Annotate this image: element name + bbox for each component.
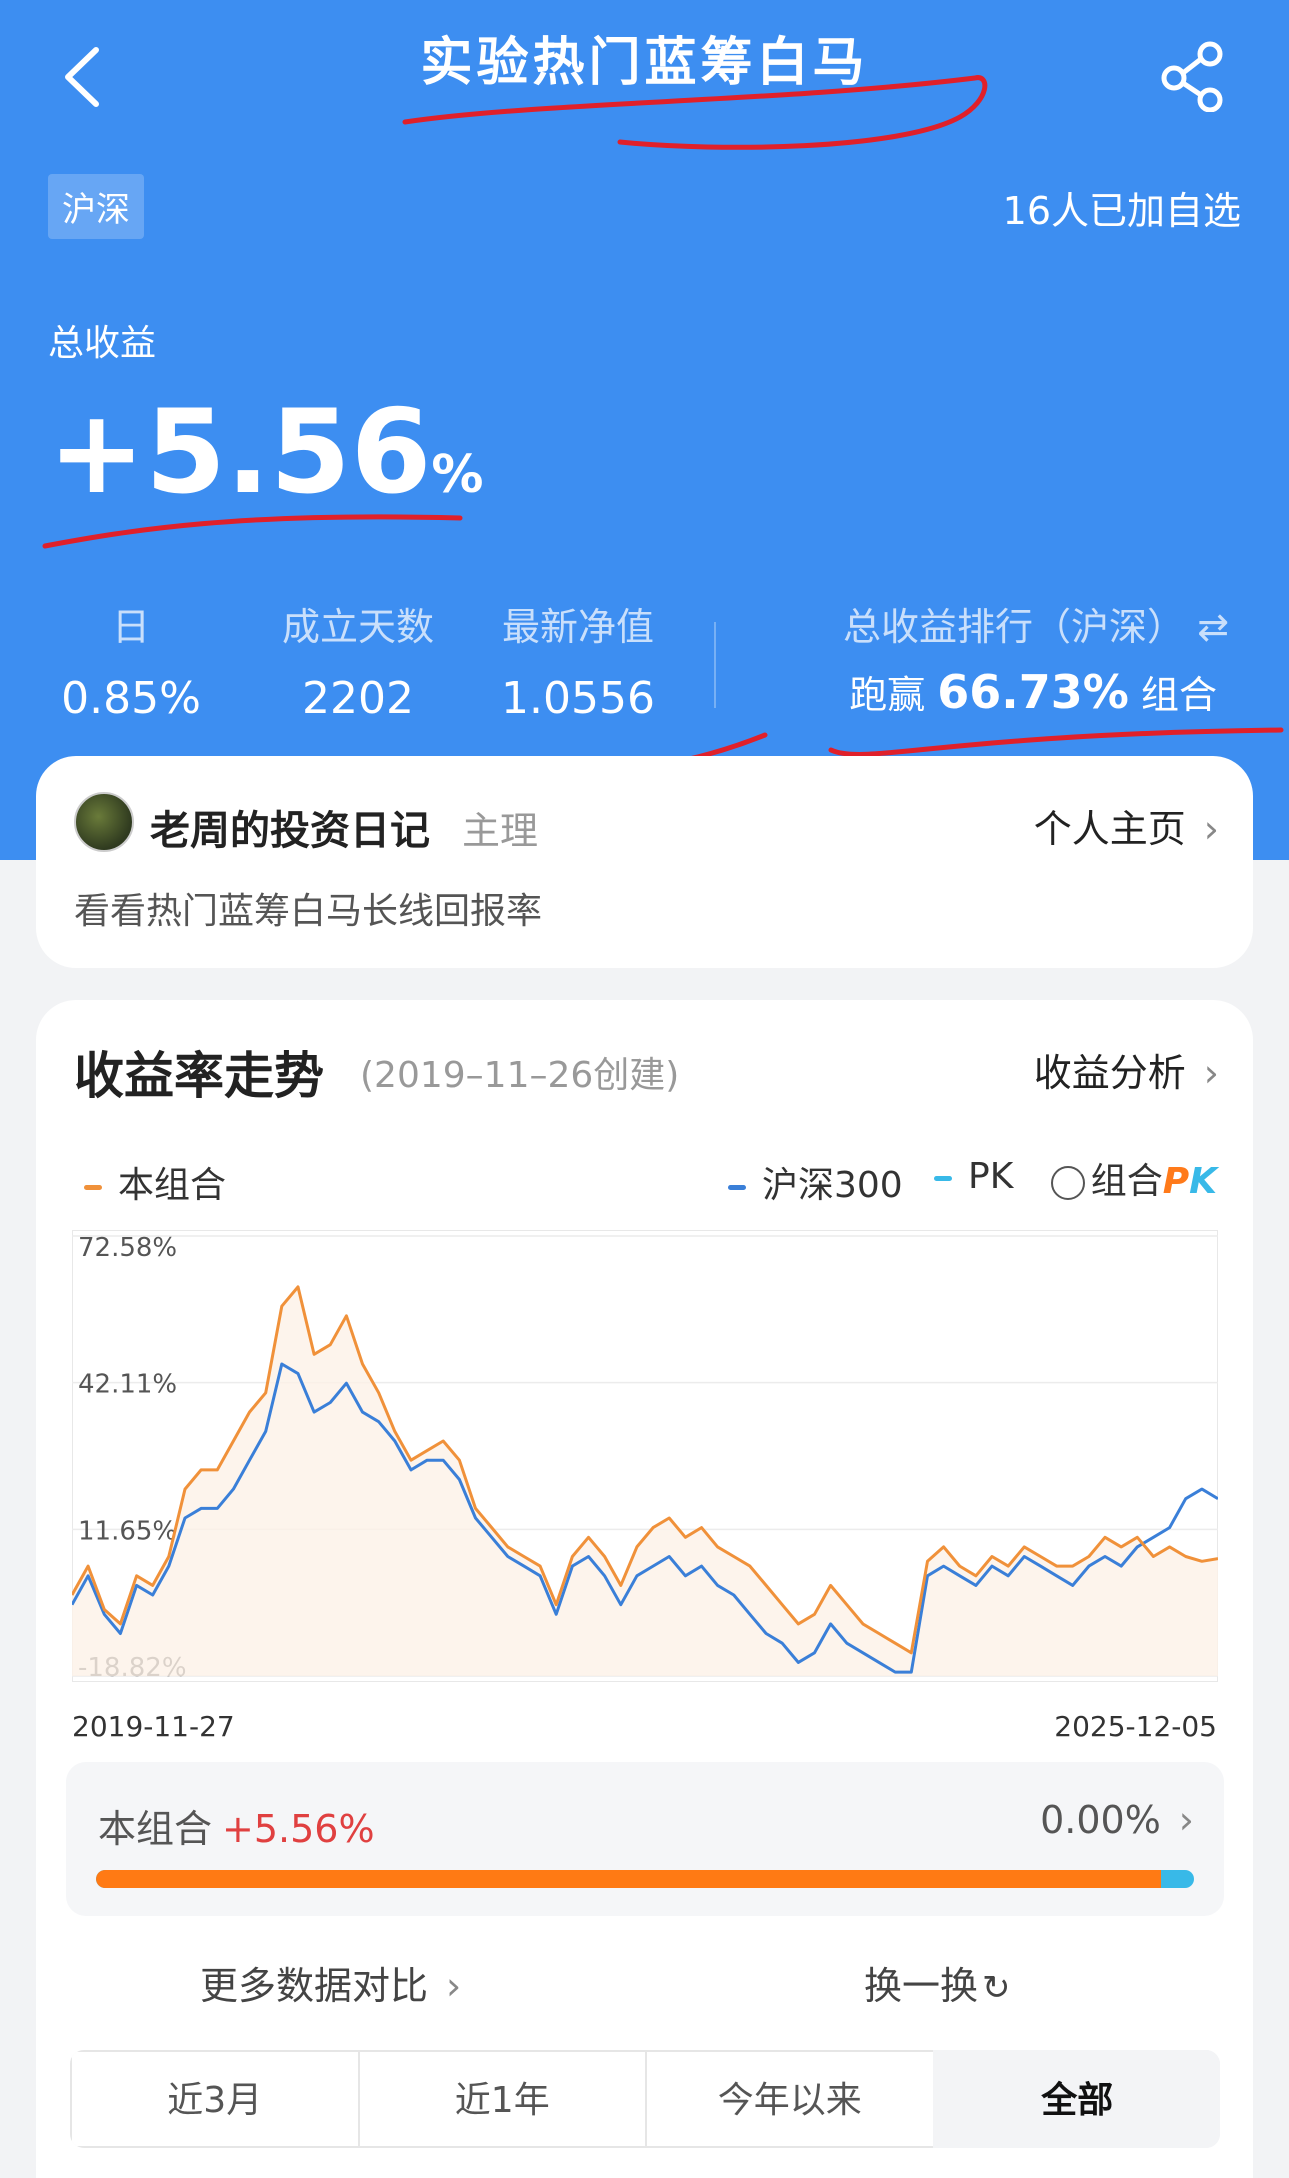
y-tick-label: 11.65% bbox=[78, 1516, 177, 1546]
chevron-right-icon: › bbox=[1178, 1798, 1194, 1842]
chart-end-date: 2025-12-05 bbox=[1054, 1710, 1217, 1743]
stat-days-value: 2202 bbox=[302, 673, 414, 724]
total-return-value: +5.56% bbox=[48, 395, 484, 511]
total-return-label: 总收益 bbox=[48, 323, 157, 364]
compare-left: 本组合 +5.56% bbox=[98, 1798, 375, 1853]
y-tick-label: 42.11% bbox=[78, 1370, 177, 1400]
trend-chart[interactable]: 72.58%42.11%11.65%-18.82% bbox=[72, 1230, 1218, 1682]
stat-day-label: 日 bbox=[111, 605, 150, 649]
stat-days: 成立天数 2202 bbox=[268, 596, 448, 724]
index-legend-swatch bbox=[728, 1184, 746, 1190]
trend-title: 收益率走势 bbox=[74, 1047, 324, 1105]
author-card: 老周的投资日记 主理 个人主页 › 看看热门蓝筹白马长线回报率 bbox=[36, 756, 1253, 968]
stat-nav-label: 最新净值 bbox=[501, 605, 654, 649]
more-data-label: 更多数据对比 bbox=[200, 1964, 429, 2008]
more-data-link[interactable]: 更多数据对比 › bbox=[200, 1955, 461, 2010]
avatar[interactable] bbox=[74, 792, 134, 852]
tab-3m[interactable]: 近3月 bbox=[70, 2050, 360, 2148]
swap-label: 换一换 bbox=[864, 1964, 979, 2008]
total-return-number: +5.56 bbox=[48, 385, 432, 520]
author-description: 看看热门蓝筹白马长线回报率 bbox=[74, 891, 543, 932]
pk-toggle[interactable]: 组合PK bbox=[1050, 1152, 1217, 1204]
page-title: 实验热门蓝筹白马 bbox=[420, 33, 869, 93]
stat-day-value: 0.85% bbox=[61, 673, 201, 724]
rank-label[interactable]: 总收益排行（沪深） ⇄ bbox=[843, 596, 1229, 651]
legend-portfolio: 本组合 bbox=[84, 1156, 226, 1208]
y-tick-label: 72.58% bbox=[78, 1233, 177, 1263]
pk-legend-swatch bbox=[934, 1175, 952, 1181]
compare-label: 本组合 bbox=[98, 1807, 213, 1851]
header-banner: 实验热门蓝筹白马 沪深 16人已加自选 总收益 +5.56% 日 0.85% 成… bbox=[0, 0, 1289, 860]
radio-circle-icon[interactable] bbox=[1050, 1166, 1085, 1200]
stats-divider bbox=[714, 622, 716, 708]
swap-arrows-icon[interactable]: ⇄ bbox=[1197, 605, 1229, 649]
legend-portfolio-label: 本组合 bbox=[118, 1165, 227, 1206]
analysis-label: 收益分析 bbox=[1033, 1051, 1186, 1095]
author-name[interactable]: 老周的投资日记 bbox=[150, 798, 430, 856]
followers-count: 16人已加自选 bbox=[1002, 189, 1241, 233]
legend-index: 沪深300 bbox=[728, 1156, 903, 1208]
chart-start-date: 2019-11-27 bbox=[72, 1710, 235, 1743]
legend-pk-label: PK bbox=[968, 1156, 1014, 1197]
author-role: 主理 bbox=[462, 809, 539, 853]
market-tag: 沪深 bbox=[48, 174, 144, 239]
homepage-label: 个人主页 bbox=[1033, 807, 1186, 851]
tab-ytd[interactable]: 今年以来 bbox=[645, 2050, 935, 2148]
total-return-unit: % bbox=[431, 445, 484, 505]
compare-bar-fill bbox=[96, 1870, 1162, 1888]
pk-toggle-label: 组合 bbox=[1090, 1161, 1163, 1202]
stat-nav: 最新净值 1.0556 bbox=[488, 596, 668, 724]
share-icon[interactable] bbox=[1160, 40, 1224, 112]
rank-value: 跑赢 66.73% 组合 bbox=[849, 664, 1217, 719]
stat-nav-value: 1.0556 bbox=[501, 673, 655, 724]
period-tabs: 近3月 近1年 今年以来 全部 bbox=[70, 2050, 1220, 2148]
pk-logo-p: P bbox=[1162, 1161, 1190, 1202]
legend-index-label: 沪深300 bbox=[762, 1165, 903, 1206]
homepage-link[interactable]: 个人主页 › bbox=[1034, 798, 1219, 853]
swap-link[interactable]: 换一换 ↻ bbox=[864, 1955, 1011, 2010]
rank-prefix: 跑赢 bbox=[849, 673, 926, 717]
portfolio-legend-swatch bbox=[84, 1184, 102, 1190]
analysis-link[interactable]: 收益分析 › bbox=[1034, 1042, 1219, 1097]
chevron-right-icon: › bbox=[1203, 807, 1219, 851]
refresh-icon: ↻ bbox=[982, 1968, 1011, 2008]
compare-value: +5.56% bbox=[222, 1807, 375, 1851]
legend-pk: PK bbox=[934, 1156, 1013, 1197]
trend-created: (2019–11–26创建) bbox=[360, 1055, 680, 1096]
chevron-right-icon: › bbox=[1203, 1051, 1219, 1095]
tab-1y[interactable]: 近1年 bbox=[357, 2050, 647, 2148]
compare-right: 0.00% › bbox=[1040, 1798, 1194, 1842]
pk-logo-k: K bbox=[1189, 1161, 1217, 1202]
compare-bar bbox=[96, 1870, 1194, 1888]
trend-card: 收益率走势 (2019–11–26创建) 收益分析 › 本组合 沪深300 PK … bbox=[36, 1000, 1253, 2178]
tab-all[interactable]: 全部 bbox=[932, 2050, 1220, 2148]
compare-box[interactable]: 本组合 +5.56% 0.00% › bbox=[66, 1762, 1224, 1916]
rank-label-text: 总收益排行（沪深） bbox=[843, 605, 1186, 649]
rank-number: 66.73% bbox=[937, 665, 1129, 719]
chevron-right-icon: › bbox=[446, 1964, 462, 2008]
stat-day: 日 0.85% bbox=[56, 596, 206, 724]
stat-days-label: 成立天数 bbox=[281, 605, 434, 649]
rank-suffix: 组合 bbox=[1140, 673, 1217, 717]
compare-right-value: 0.00% bbox=[1040, 1798, 1161, 1842]
